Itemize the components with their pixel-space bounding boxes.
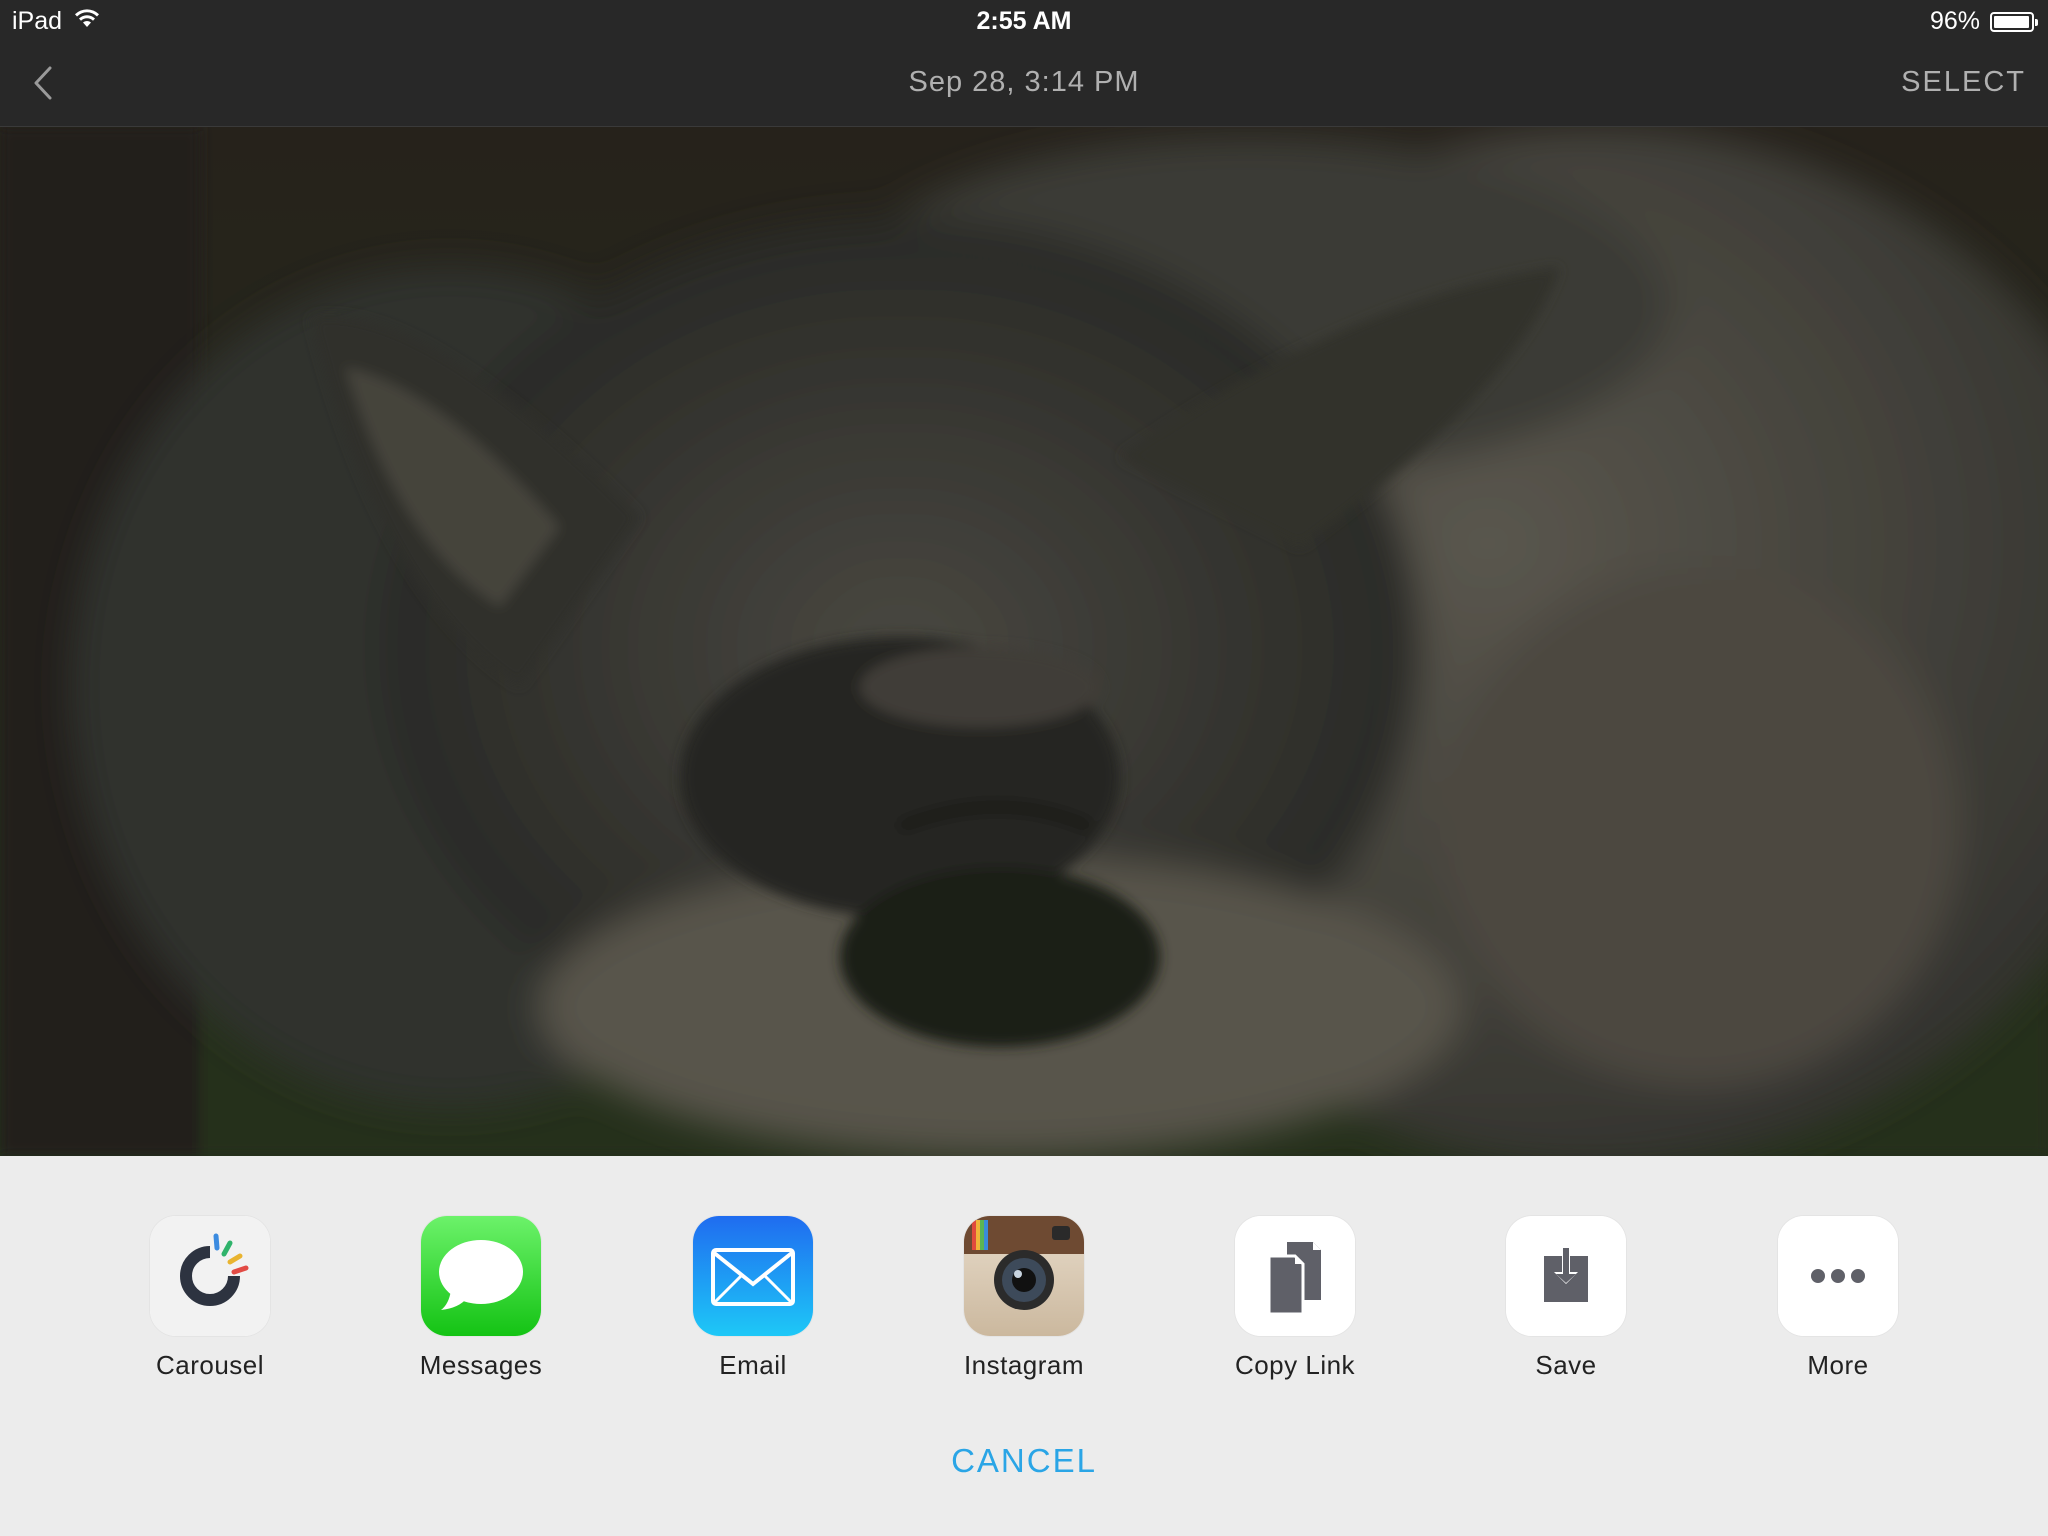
carousel-app-icon: [150, 1216, 270, 1336]
share-copy-link-button[interactable]: Copy Link: [1175, 1216, 1415, 1381]
share-save-button[interactable]: Save: [1446, 1216, 1686, 1381]
copy-link-icon: [1235, 1216, 1355, 1336]
share-label-email: Email: [719, 1350, 787, 1380]
status-right: 96%: [1929, 7, 2038, 36]
mail-app-icon: [693, 1216, 813, 1336]
share-label-copy-link: Copy Link: [1234, 1350, 1356, 1380]
battery-percent: 96%: [1929, 7, 1980, 35]
select-button[interactable]: SELECT: [1901, 66, 2026, 99]
share-label-messages: Messages: [419, 1350, 543, 1380]
cancel-button[interactable]: CANCEL: [0, 1442, 2048, 1480]
battery-nub: [2035, 18, 2038, 26]
share-label-save: Save: [1535, 1350, 1597, 1380]
share-messages-button[interactable]: Messages: [361, 1216, 601, 1381]
dog-photo-image: [0, 127, 2048, 1156]
battery-fill: [1994, 15, 2029, 28]
navigation-bar: Sep 28, 3:14 PM SELECT: [0, 40, 2048, 127]
share-sheet: Carousel Messages Email Instagram Copy L…: [0, 1156, 2048, 1536]
status-bar: iPad 2:55 AM 96%: [0, 0, 2048, 40]
share-label-more: More: [1807, 1350, 1869, 1380]
save-download-icon: [1506, 1216, 1626, 1336]
photo-viewer[interactable]: [0, 127, 2048, 1156]
battery-icon: [1990, 11, 2038, 32]
share-label-carousel: Carousel: [155, 1350, 265, 1380]
messages-app-icon: [421, 1216, 541, 1336]
more-dots-icon: [1778, 1216, 1898, 1336]
status-time: 2:55 AM: [976, 7, 1072, 35]
page-title: Sep 28, 3:14 PM: [908, 66, 1140, 98]
share-label-instagram: Instagram: [963, 1350, 1085, 1380]
share-instagram-button[interactable]: Instagram: [904, 1216, 1144, 1381]
share-carousel-button[interactable]: Carousel: [90, 1216, 330, 1381]
share-more-button[interactable]: More: [1718, 1216, 1958, 1381]
instagram-app-icon: [964, 1216, 1084, 1336]
share-email-button[interactable]: Email: [633, 1216, 873, 1381]
